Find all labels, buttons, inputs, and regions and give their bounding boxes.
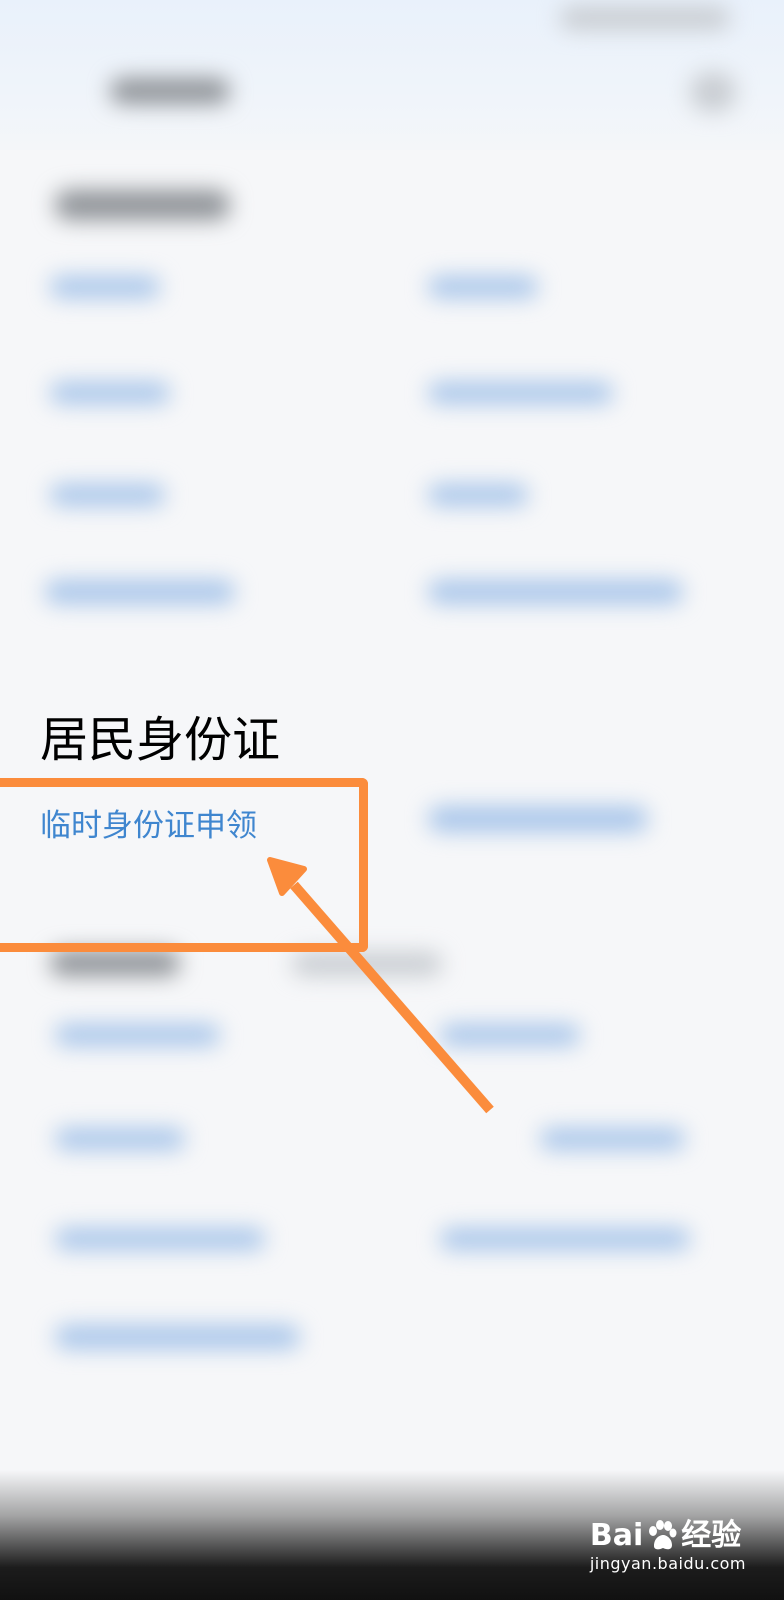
- watermark-brand-right: 经验: [681, 1518, 742, 1553]
- baidu-paw-icon: [649, 1520, 677, 1550]
- watermark-brand-left: Bai: [589, 1518, 644, 1553]
- arrow-annotation-icon: [267, 857, 494, 1114]
- baidu-jingyan-watermark: Bai 经验 jingyan.baidu.com: [590, 1518, 746, 1574]
- watermark-url: jingyan.baidu.com: [589, 1554, 746, 1573]
- watermark-logo: Bai 经验: [590, 1518, 746, 1554]
